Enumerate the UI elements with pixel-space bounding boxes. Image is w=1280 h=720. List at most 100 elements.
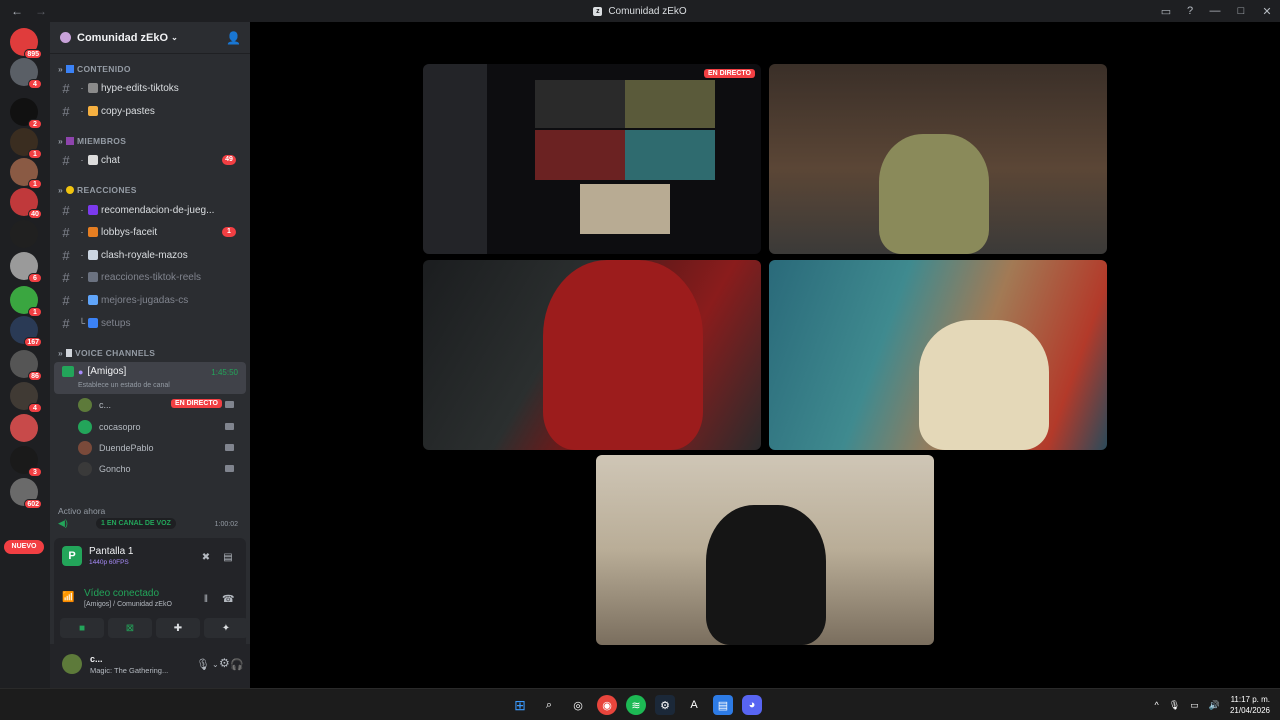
chrome-icon[interactable]: ◉	[597, 695, 617, 715]
server-icon[interactable]: 895	[10, 28, 42, 59]
category-miembros[interactable]: » MIEMBROS	[58, 136, 126, 146]
channel-setups[interactable]: # └ setups	[54, 313, 242, 333]
server-icon[interactable]: 1	[10, 128, 42, 159]
server-icon[interactable]	[10, 414, 38, 442]
server-icon[interactable]: 40	[10, 188, 42, 219]
hash-icon: #	[62, 103, 70, 119]
notepad-icon[interactable]: ▤	[713, 695, 733, 715]
server-icon[interactable]: 86	[10, 350, 42, 381]
adobe-icon[interactable]: A	[684, 695, 704, 715]
close-button[interactable]: ✕	[1254, 0, 1280, 22]
channel-hype-edits-tiktoks[interactable]: # · hype-edits-tiktoks	[54, 78, 242, 98]
mention-badge: 2	[28, 119, 42, 129]
mention-badge: 1	[28, 149, 42, 159]
channel-status[interactable]: Establece un estado de canal	[78, 382, 170, 389]
disconnect-icon[interactable]: ☎	[222, 594, 234, 606]
soundboard-button[interactable]: ✦	[204, 618, 248, 638]
camera-button[interactable]: ■	[60, 618, 104, 638]
activities-button[interactable]: ✚	[156, 618, 200, 638]
channel-reacciones-tiktok-reels[interactable]: # · reacciones-tiktok-reels	[54, 267, 242, 287]
avatar	[78, 420, 92, 434]
hash-icon: #	[62, 152, 70, 168]
maximize-button[interactable]: □	[1228, 0, 1254, 22]
avatar	[78, 441, 92, 455]
channel-mejores-jugadas-cs[interactable]: # · mejores-jugadas-cs	[54, 290, 242, 310]
chevron-icon: »	[58, 185, 64, 195]
mention-badge: 4	[28, 79, 42, 89]
steam-icon[interactable]: ⚙	[655, 695, 675, 715]
guild-header[interactable]: Comunidad zEkO ⌄ 👤	[50, 22, 250, 54]
member-name: cocasopro	[99, 422, 141, 432]
stream-tile-masked-user[interactable]	[769, 64, 1107, 254]
active-time: 1:00:02	[214, 521, 238, 528]
search-icon[interactable]: ⌕	[539, 695, 559, 715]
signal-icon[interactable]: 📶	[62, 592, 76, 606]
live-badge: EN DIRECTO	[703, 69, 755, 78]
microphone-icon[interactable]: 🎙	[196, 658, 210, 671]
voice-member[interactable]: c... EN DIRECTO	[78, 396, 242, 414]
server-icon[interactable]: 2	[10, 98, 42, 129]
help-icon[interactable]: ?	[1178, 0, 1202, 22]
stream-settings-icon[interactable]: ▤	[222, 552, 234, 564]
inbox-icon[interactable]: ▭	[1154, 0, 1178, 22]
mention-badge: 1	[28, 179, 42, 189]
channel-sidebar: Comunidad zEkO ⌄ 👤 » CONTENIDO # · hype-e…	[50, 22, 250, 688]
server-icon[interactable]: 167	[10, 316, 42, 347]
category-reacciones[interactable]: » REACCIONES	[58, 185, 137, 195]
server-icon[interactable]: 1	[10, 158, 42, 189]
avatar[interactable]	[62, 654, 82, 674]
gear-icon[interactable]: ⚙	[219, 656, 230, 670]
game-bar-icon[interactable]: ◎	[568, 695, 588, 715]
invite-icon[interactable]: 👤	[226, 31, 241, 45]
category-contenido[interactable]: » CONTENIDO	[58, 64, 131, 74]
camera-icon	[225, 465, 234, 472]
category-voice-channels[interactable]: » VOICE CHANNELS	[58, 348, 155, 358]
active-now-heading: Activo ahora	[58, 506, 106, 516]
chevron-down-icon[interactable]: ⌄	[212, 660, 219, 669]
display-icon[interactable]: ▭	[1190, 700, 1199, 711]
microphone-icon[interactable]: 🎙	[1169, 700, 1180, 711]
channel-lobbys-faceit[interactable]: # · lobbys-faceit 1	[54, 222, 242, 242]
spotify-icon[interactable]: ≋	[626, 695, 646, 715]
stream-tile-black-hoodie[interactable]	[596, 455, 934, 645]
volume-icon[interactable]: 🔊	[1209, 700, 1220, 711]
computer-emoji-icon	[88, 318, 98, 328]
server-icon[interactable]: 6	[10, 252, 42, 283]
channel-clash-royale-mazos[interactable]: # · clash-royale-mazos	[54, 245, 242, 265]
stream-screen-tile	[580, 184, 670, 234]
stream-tile-bearded-user[interactable]	[769, 260, 1107, 450]
connection-channel[interactable]: [Amigos] / Comunidad zEkO	[84, 601, 172, 608]
hash-icon: #	[62, 315, 70, 331]
channel-chat[interactable]: # · chat 49	[54, 150, 242, 170]
speaker-icon: ◀)	[58, 518, 68, 528]
stop-stream-icon[interactable]: ✖	[200, 552, 212, 564]
windows-start-icon[interactable]: ⊞	[510, 695, 530, 715]
server-icon[interactable]: 1	[10, 286, 42, 317]
screen-name: Pantalla 1	[89, 546, 134, 557]
channel-recomendacion[interactable]: # · recomendacion-de-jueg...	[54, 200, 242, 220]
voice-member[interactable]: cocasopro	[78, 418, 242, 436]
server-icon[interactable]: 4	[10, 382, 42, 413]
screen-share-button[interactable]: ⊠	[108, 618, 152, 638]
voice-member[interactable]: DuendePablo	[78, 439, 242, 457]
server-icon[interactable]: 4	[10, 58, 42, 89]
noise-suppression-icon[interactable]: ‖	[200, 594, 212, 606]
minimize-button[interactable]: —	[1202, 0, 1228, 22]
mention-badge: 1	[28, 307, 42, 317]
stream-tile-red-shirt[interactable]	[423, 260, 761, 450]
voice-member[interactable]: Goncho	[78, 460, 242, 478]
flag-emoji-icon	[88, 227, 98, 237]
channel-copy-pastes[interactable]: # · copy-pastes	[54, 101, 242, 121]
phone-emoji-icon	[88, 272, 98, 282]
discord-icon[interactable]: ◕	[742, 695, 762, 715]
voice-channel-amigos[interactable]: ● [Amigos] 1:45:50 Establece un estado d…	[54, 362, 246, 394]
stream-tile-screen[interactable]: EN DIRECTO	[423, 64, 761, 254]
clock[interactable]: 11:17 p. m. 21/04/2026	[1230, 694, 1270, 716]
headphones-icon[interactable]: 🎧	[230, 658, 244, 671]
server-icon[interactable]	[10, 220, 38, 248]
tray-chevron-icon[interactable]: ^	[1155, 700, 1159, 710]
active-now-row[interactable]: ◀) 1 EN CANAL DE VOZ 1:00:02	[58, 518, 242, 532]
server-icon[interactable]: 3	[10, 446, 42, 477]
server-icon[interactable]: 602	[10, 478, 42, 509]
chevron-down-icon: ⌄	[171, 33, 178, 42]
